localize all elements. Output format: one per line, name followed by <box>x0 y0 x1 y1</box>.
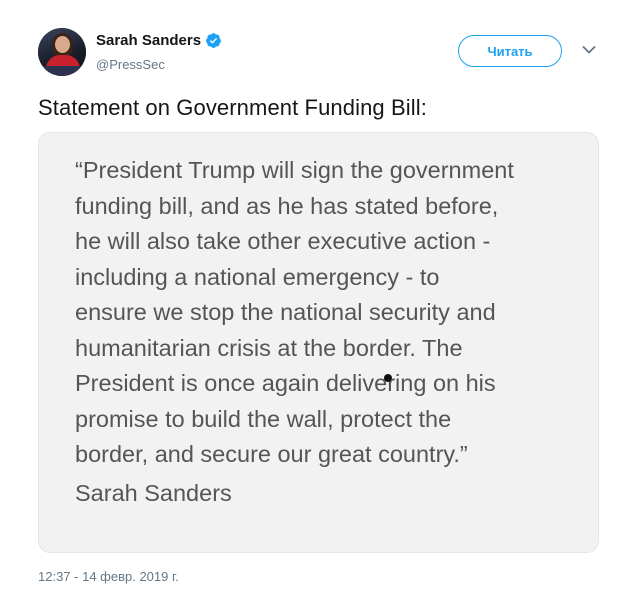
mouse-cursor-dot <box>384 374 392 382</box>
tweet-timestamp[interactable]: 12:37 - 14 февр. 2019 г. <box>38 569 179 584</box>
author-name-row[interactable]: Sarah Sanders <box>96 32 222 49</box>
tweet-text: Statement on Government Funding Bill: <box>38 95 427 120</box>
image-signature-text: Sarah Sanders <box>75 480 232 506</box>
avatar-face <box>55 36 70 53</box>
tweet-media-image[interactable]: “President Trump will sign the governmen… <box>38 132 599 553</box>
verified-badge-icon <box>206 33 221 48</box>
author-handle[interactable]: @PressSec <box>96 57 165 72</box>
avatar-podium <box>38 66 86 76</box>
author-display-name[interactable]: Sarah Sanders <box>96 32 201 49</box>
follow-button[interactable]: Читать <box>458 35 562 67</box>
avatar[interactable] <box>38 28 86 76</box>
chevron-down-icon[interactable] <box>582 45 596 55</box>
image-statement-text: “President Trump will sign the governmen… <box>75 157 514 467</box>
